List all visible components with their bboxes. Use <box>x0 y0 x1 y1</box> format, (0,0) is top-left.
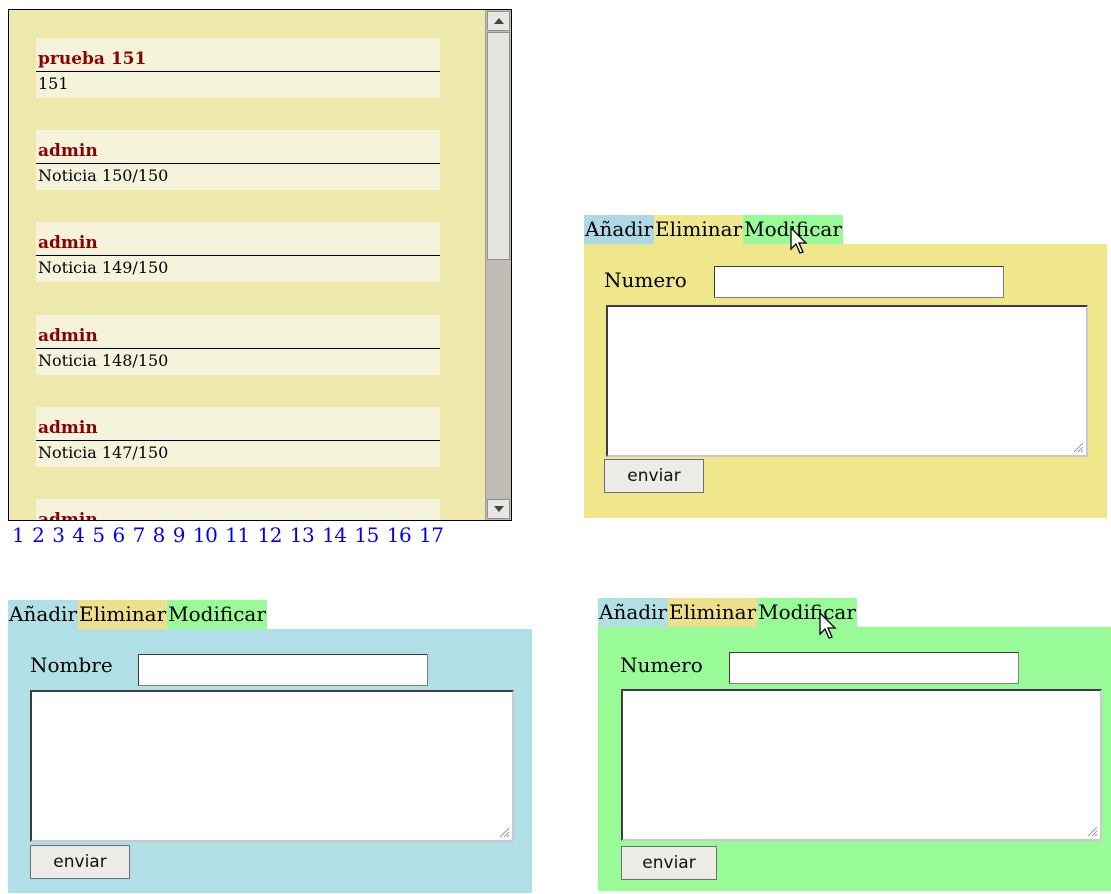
field-label-nombre: Nombre <box>30 653 113 677</box>
news-item: admin <box>36 499 440 520</box>
tab-add[interactable]: Añadir <box>584 215 655 244</box>
news-item: admin Noticia 147/150 <box>36 407 440 467</box>
page-link[interactable]: 1 <box>12 523 25 547</box>
tab-delete[interactable]: Eliminar <box>668 598 758 627</box>
submit-button[interactable]: enviar <box>30 845 130 879</box>
submit-button[interactable]: enviar <box>621 846 717 880</box>
modify-form-top: Añadir Eliminar Modificar Numero enviar <box>584 215 1107 518</box>
message-textarea[interactable] <box>621 689 1102 841</box>
form-tabs: Añadir Eliminar Modificar <box>598 598 1111 627</box>
numero-input[interactable] <box>729 652 1019 684</box>
page-link[interactable]: 8 <box>153 523 166 547</box>
page-link[interactable]: 6 <box>112 523 125 547</box>
arrow-up-icon <box>494 18 504 24</box>
page-link[interactable]: 12 <box>257 523 282 547</box>
page-link[interactable]: 15 <box>354 523 379 547</box>
page-link[interactable]: 10 <box>193 523 218 547</box>
news-author: prueba 151 <box>36 38 440 72</box>
news-text: Noticia 147/150 <box>38 443 169 462</box>
news-text: Noticia 148/150 <box>38 351 169 370</box>
tab-add[interactable]: Añadir <box>598 598 669 627</box>
tab-delete[interactable]: Eliminar <box>654 215 744 244</box>
field-label-numero: Numero <box>604 268 687 292</box>
form-body: Numero enviar <box>598 627 1111 891</box>
page-link[interactable]: 5 <box>92 523 105 547</box>
form-body: Numero enviar <box>584 244 1107 518</box>
scroll-up-button[interactable] <box>487 11 510 31</box>
tab-modify[interactable]: Modificar <box>757 598 857 627</box>
page-link[interactable]: 11 <box>225 523 250 547</box>
add-form: Añadir Eliminar Modificar Nombre enviar <box>8 600 532 893</box>
page-link[interactable]: 4 <box>72 523 85 547</box>
form-tabs: Añadir Eliminar Modificar <box>584 215 1107 244</box>
pagination: 1 2 3 4 5 6 7 8 9 10 11 12 13 14 15 16 1… <box>12 523 445 547</box>
news-text: 151 <box>38 74 69 93</box>
news-author: admin <box>36 130 440 164</box>
form-tabs: Añadir Eliminar Modificar <box>8 600 532 629</box>
scrollbar-thumb[interactable] <box>487 32 510 260</box>
page-link[interactable]: 17 <box>419 523 444 547</box>
news-list-panel[interactable]: prueba 151 151 admin Noticia 150/150 adm… <box>8 9 512 521</box>
scroll-down-button[interactable] <box>487 499 510 519</box>
page-link[interactable]: 16 <box>387 523 412 547</box>
resize-grip-icon[interactable] <box>498 826 510 838</box>
field-label-numero: Numero <box>620 653 703 677</box>
resize-grip-icon[interactable] <box>1072 441 1084 453</box>
news-text: Noticia 149/150 <box>38 258 169 277</box>
tab-add[interactable]: Añadir <box>8 600 79 629</box>
news-author: admin <box>36 315 440 349</box>
page-link[interactable]: 7 <box>133 523 146 547</box>
page-link[interactable]: 2 <box>32 523 45 547</box>
page-link[interactable]: 3 <box>52 523 65 547</box>
message-textarea[interactable] <box>30 690 514 842</box>
vertical-scrollbar[interactable] <box>485 10 511 520</box>
message-textarea[interactable] <box>606 305 1088 457</box>
page-link[interactable]: 9 <box>173 523 186 547</box>
news-item: admin Noticia 148/150 <box>36 315 440 375</box>
nombre-input[interactable] <box>138 654 428 686</box>
tab-delete[interactable]: Eliminar <box>78 600 168 629</box>
page-link[interactable]: 14 <box>322 523 347 547</box>
news-item: prueba 151 151 <box>36 38 440 98</box>
submit-button[interactable]: enviar <box>604 459 704 493</box>
news-author: admin <box>36 499 440 520</box>
news-author: admin <box>36 222 440 256</box>
news-author: admin <box>36 407 440 441</box>
news-text: Noticia 150/150 <box>38 166 169 185</box>
tab-modify[interactable]: Modificar <box>743 215 843 244</box>
resize-grip-icon[interactable] <box>1086 825 1098 837</box>
form-body: Nombre enviar <box>8 629 532 893</box>
modify-form-bottom: Añadir Eliminar Modificar Numero enviar <box>598 598 1111 891</box>
numero-input[interactable] <box>714 266 1004 298</box>
news-item: admin Noticia 150/150 <box>36 130 440 190</box>
news-item: admin Noticia 149/150 <box>36 222 440 282</box>
arrow-down-icon <box>494 506 504 512</box>
tab-modify[interactable]: Modificar <box>167 600 267 629</box>
page-link[interactable]: 13 <box>290 523 315 547</box>
